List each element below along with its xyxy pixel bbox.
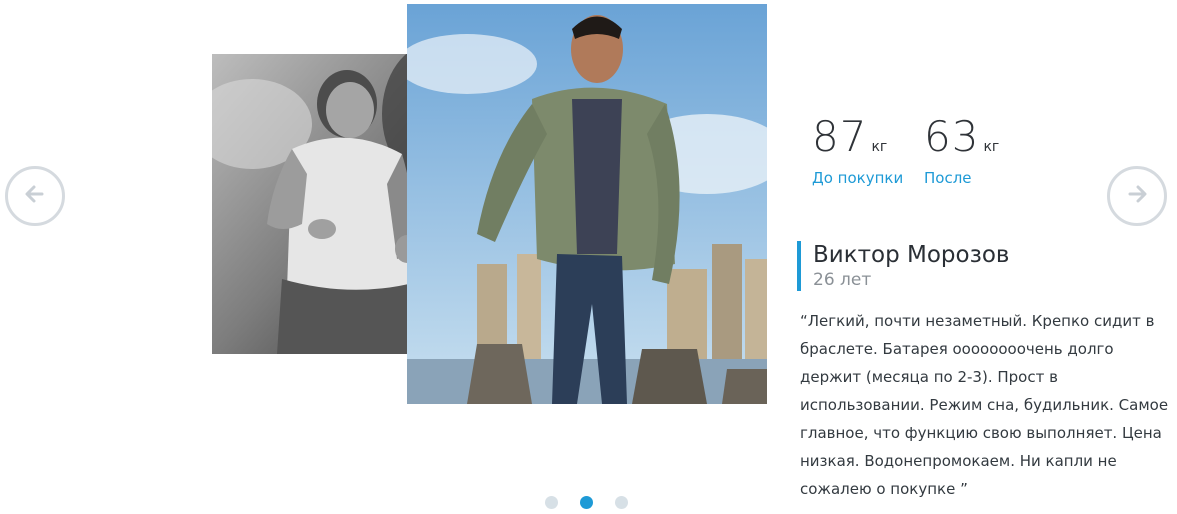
pagination-dot-2[interactable] [580,496,593,509]
weight-before-unit: кг [871,139,888,155]
stat-after: 63 кг После [924,112,999,187]
stat-before: 87 кг До покупки [812,112,903,187]
weight-after-value: 63 [924,112,980,161]
prev-slide-button[interactable] [5,166,65,226]
weight-before-value: 87 [812,112,868,161]
arrow-right-icon [1124,181,1150,211]
after-photo [407,4,767,404]
pagination-dot-3[interactable] [615,496,628,509]
arrow-left-icon [22,181,48,211]
weight-before-caption: До покупки [812,169,904,187]
weight-after-unit: кг [983,139,1000,155]
person-name: Виктор Морозов [813,242,1010,268]
weight-after-caption: После [924,169,972,187]
person-age: 26 лет [813,270,872,290]
review-text: “Легкий, почти незаметный. Крепко сидит … [800,312,1169,498]
next-slide-button[interactable] [1107,166,1167,226]
carousel-pagination [545,496,628,509]
pagination-dot-1[interactable] [545,496,558,509]
person-info: Виктор Морозов 26 лет [797,241,1009,291]
